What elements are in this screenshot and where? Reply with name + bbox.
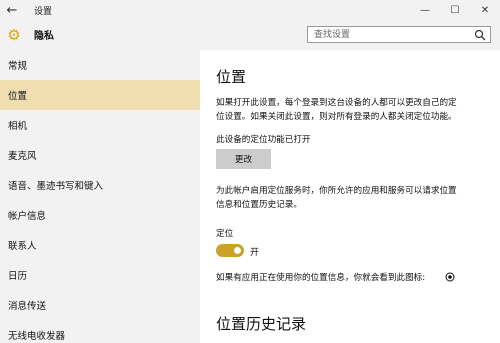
sidebar-item-label: 无线电收发器 [8, 331, 66, 342]
sidebar-item-microphone[interactable]: 麦克风 [0, 140, 200, 170]
location-history-title: 位置历史记录 [216, 315, 307, 333]
location-in-use-text: 如果有应用正在使用你的位置信息，你就会看到此图标: [216, 273, 426, 283]
sidebar-item-general[interactable]: 常规 [0, 50, 200, 80]
sidebar-item-location[interactable]: 位置 [0, 80, 200, 110]
location-toggle[interactable] [216, 244, 244, 257]
sidebar: 常规 位置 相机 麦克风 语音、墨迹书写和键入 帐户信息 联系人 日历 消息传送… [0, 50, 200, 343]
maximize-icon: ☐ [450, 4, 460, 16]
toggle-state-label: 开 [250, 248, 260, 258]
sidebar-item-label: 帐户信息 [8, 211, 47, 222]
service-text-line-1: 为此帐户启用定位服务时，你所允许的应用和服务可以请求位置 [216, 186, 457, 196]
minimize-button[interactable]: — [410, 0, 440, 20]
location-toggle-label: 定位 [216, 229, 234, 239]
sidebar-item-radios[interactable]: 无线电收发器 [0, 320, 200, 343]
sidebar-item-label: 位置 [8, 91, 28, 102]
close-button[interactable]: ✕ [470, 0, 500, 20]
sidebar-item-messaging[interactable]: 消息传送 [0, 290, 200, 320]
toggle-knob [234, 247, 241, 254]
sidebar-item-camera[interactable]: 相机 [0, 110, 200, 140]
page-title: 隐私 [34, 31, 54, 42]
arrow-left-icon: ← [6, 2, 18, 18]
intro-text-line-1: 如果打开此设置，每个登录到这台设备的人都可以更改自己的定 [216, 98, 457, 108]
sidebar-item-speech-inking-typing[interactable]: 语音、墨迹书写和键入 [0, 170, 200, 200]
service-text-line-2: 信息和位置历史记录。 [216, 200, 302, 210]
search-input[interactable] [308, 27, 468, 42]
sidebar-item-label: 联系人 [8, 241, 37, 252]
sidebar-item-label: 日历 [8, 271, 28, 282]
intro-text-line-2: 位设置。如果关闭此设置，则对所有登录的人都关闭定位功能。 [216, 112, 457, 122]
back-button[interactable]: ← [0, 0, 24, 20]
sidebar-item-label: 麦克风 [8, 151, 37, 162]
change-button[interactable]: 更改 [216, 149, 271, 169]
window-title: 设置 [34, 6, 53, 17]
sidebar-item-label: 常规 [8, 61, 28, 72]
settings-header: ⚙ 隐私 [0, 20, 500, 50]
search-icon[interactable] [474, 29, 486, 41]
main-content: 位置 如果打开此设置，每个登录到这台设备的人都可以更改自己的定 位设置。如果关闭… [200, 50, 500, 343]
section-title: 位置 [216, 68, 247, 86]
sidebar-item-label: 相机 [8, 121, 28, 132]
location-in-use-icon [445, 272, 455, 282]
minimize-icon: — [420, 4, 430, 16]
close-icon: ✕ [480, 4, 490, 16]
sidebar-item-account-info[interactable]: 帐户信息 [0, 200, 200, 230]
sidebar-item-label: 消息传送 [8, 301, 47, 312]
maximize-button[interactable]: ☐ [440, 0, 470, 20]
sidebar-item-label: 语音、墨迹书写和键入 [8, 181, 104, 192]
gear-icon: ⚙ [7, 26, 21, 44]
title-bar: ← 设置 — ☐ ✕ [0, 0, 500, 20]
search-box[interactable] [307, 26, 491, 43]
sidebar-item-contacts[interactable]: 联系人 [0, 230, 200, 260]
device-location-status: 此设备的定位功能已打开 [216, 135, 311, 145]
sidebar-item-calendar[interactable]: 日历 [0, 260, 200, 290]
window-controls: — ☐ ✕ [410, 0, 500, 20]
